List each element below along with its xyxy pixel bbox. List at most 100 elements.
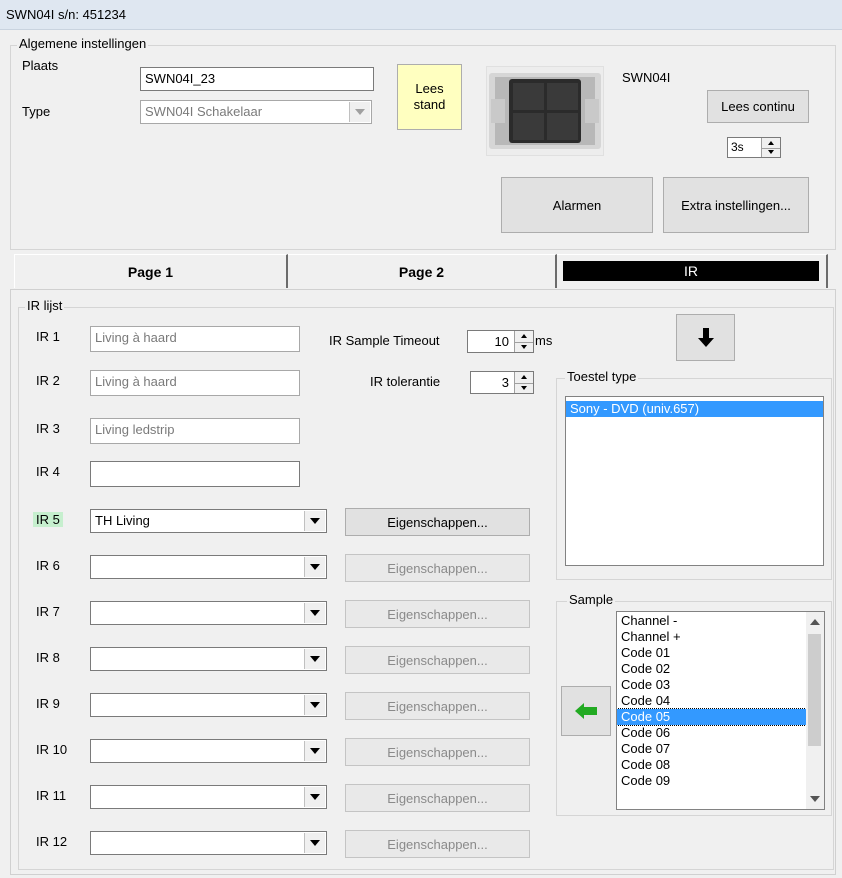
read-state-button[interactable]: Lees stand <box>397 64 462 130</box>
alarms-button[interactable]: Alarmen <box>501 177 653 233</box>
device-type-items: Sony - DVD (univ.657) <box>566 401 823 417</box>
sample-item[interactable]: Code 08 <box>617 757 806 773</box>
device-type-item[interactable]: Sony - DVD (univ.657) <box>566 401 823 417</box>
sample-item[interactable]: Code 07 <box>617 741 806 757</box>
sample-list[interactable]: Channel - Channel + Code 01 Code 02 Code 03 C… <box>616 611 825 810</box>
chevron-down-icon[interactable] <box>304 787 325 807</box>
ir-row-properties-button[interactable]: Eigenschappen... <box>345 692 530 720</box>
scroll-down-icon[interactable] <box>810 796 820 802</box>
chevron-down-icon[interactable] <box>304 511 325 531</box>
spin-down-icon[interactable] <box>515 383 533 394</box>
chevron-down-icon[interactable] <box>304 695 325 715</box>
tab-ir-bar: IR <box>563 261 819 281</box>
ir-row-select-value: TH Living <box>95 513 150 528</box>
ir-row-label: IR 2 <box>36 373 60 388</box>
ir-row-label: IR 3 <box>36 421 60 436</box>
ir-row-input[interactable]: Living ledstrip <box>90 418 300 444</box>
ir-row-label: IR 8 <box>36 650 60 665</box>
chevron-down-icon <box>349 102 370 122</box>
sample-timeout-spinner[interactable]: 10 <box>467 330 534 353</box>
chevron-down-icon[interactable] <box>304 741 325 761</box>
ir-row-properties-button[interactable]: Eigenschappen... <box>345 508 530 536</box>
download-button[interactable] <box>676 314 735 361</box>
ir-row-properties-button[interactable]: Eigenschappen... <box>345 738 530 766</box>
extra-settings-button[interactable]: Extra instellingen... <box>663 177 809 233</box>
read-state-line2: stand <box>413 97 446 112</box>
ir-row-properties-button[interactable]: Eigenschappen... <box>345 830 530 858</box>
ir-list-legend: IR lijst <box>25 298 65 313</box>
spin-down-icon[interactable] <box>762 148 780 158</box>
ir-row-label: IR 4 <box>36 464 60 479</box>
ir-row-input[interactable] <box>90 461 300 487</box>
ir-row-select[interactable] <box>90 739 327 763</box>
sample-timeout-label: IR Sample Timeout <box>329 333 440 348</box>
sample-scrollbar[interactable] <box>806 612 824 809</box>
sample-item[interactable]: Code 06 <box>617 725 806 741</box>
device-image <box>486 66 604 156</box>
sample-item[interactable]: Code 01 <box>617 645 806 661</box>
ir-row-label: IR 10 <box>36 742 68 757</box>
sample-item[interactable]: Code 09 <box>617 773 806 789</box>
sample-item[interactable]: Code 04 <box>617 693 806 709</box>
scrollbar-thumb[interactable] <box>808 634 821 746</box>
device-type-list[interactable]: Sony - DVD (univ.657) <box>565 396 824 566</box>
down-arrow-icon <box>697 327 714 347</box>
window-title: SWN04I s/n: 451234 <box>6 7 126 22</box>
sample-item[interactable]: Channel + <box>617 629 806 645</box>
scroll-up-icon[interactable] <box>810 619 820 625</box>
tolerance-spin-buttons[interactable] <box>514 372 533 393</box>
interval-value: 3s <box>731 140 744 154</box>
ir-row-label: IR 12 <box>36 834 68 849</box>
ir-row-label: IR 5 <box>33 512 63 527</box>
ir-row-select[interactable] <box>90 831 327 855</box>
chevron-down-icon[interactable] <box>304 603 325 623</box>
tab-page-2[interactable]: Page 2 <box>288 254 557 288</box>
ir-row-select[interactable] <box>90 647 327 671</box>
window-title-bar: SWN04I s/n: 451234 <box>0 0 842 30</box>
switch-device-icon <box>489 73 601 149</box>
ir-row-label: IR 9 <box>36 696 60 711</box>
chevron-down-icon[interactable] <box>304 557 325 577</box>
type-label: Type <box>22 104 51 119</box>
sample-legend: Sample <box>567 592 616 607</box>
ir-row-select[interactable] <box>90 601 327 625</box>
left-arrow-icon <box>575 703 597 719</box>
sample-timeout-spin-buttons[interactable] <box>514 331 533 352</box>
sample-timeout-unit: ms <box>535 333 553 348</box>
read-continuous-button[interactable]: Lees continu <box>707 90 809 123</box>
ir-row-label: IR 1 <box>36 329 60 344</box>
ir-row-input[interactable]: Living à haard <box>90 326 300 352</box>
tolerance-spinner[interactable]: 3 <box>470 371 534 394</box>
ir-row-select[interactable] <box>90 555 327 579</box>
place-input[interactable]: SWN04I_23 <box>140 67 374 91</box>
ir-row-select[interactable]: TH Living <box>90 509 327 533</box>
ir-row-properties-button[interactable]: Eigenschappen... <box>345 784 530 812</box>
type-select[interactable]: SWN04I Schakelaar <box>140 100 372 124</box>
chevron-down-icon[interactable] <box>304 833 325 853</box>
type-select-value: SWN04I Schakelaar <box>145 104 263 119</box>
ir-row-select[interactable] <box>90 785 327 809</box>
spin-down-icon[interactable] <box>515 342 533 353</box>
ir-row-properties-button[interactable]: Eigenschappen... <box>345 646 530 674</box>
ir-row-properties-button[interactable]: Eigenschappen... <box>345 554 530 582</box>
tolerance-label: IR tolerantie <box>370 374 441 389</box>
tab-ir-label: IR <box>684 263 698 279</box>
ir-row-properties-button[interactable]: Eigenschappen... <box>345 600 530 628</box>
device-type-legend: Toestel type <box>565 369 639 384</box>
ir-row-select[interactable] <box>90 693 327 717</box>
ir-row-input[interactable]: Living à haard <box>90 370 300 396</box>
tab-ir[interactable]: IR <box>557 254 828 288</box>
interval-spinner[interactable]: 3s <box>727 137 781 158</box>
tab-page-1[interactable]: Page 1 <box>14 254 288 288</box>
sample-item[interactable]: Code 03 <box>617 677 806 693</box>
tolerance-value: 3 <box>501 375 509 390</box>
interval-spin-buttons[interactable] <box>761 138 780 157</box>
ir-row-label: IR 6 <box>36 558 60 573</box>
sample-item[interactable]: Code 05 <box>617 708 807 726</box>
insert-sample-button[interactable] <box>561 686 611 736</box>
chevron-down-icon[interactable] <box>304 649 325 669</box>
sample-item[interactable]: Code 02 <box>617 661 806 677</box>
sample-timeout-value: 10 <box>494 334 509 349</box>
device-name: SWN04I <box>622 70 671 85</box>
sample-item[interactable]: Channel - <box>617 613 806 629</box>
